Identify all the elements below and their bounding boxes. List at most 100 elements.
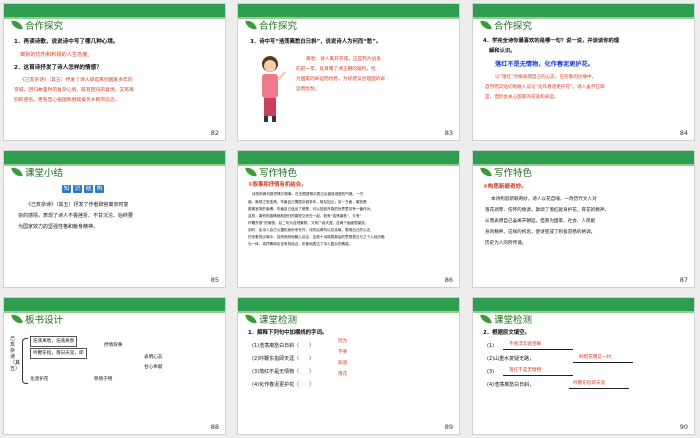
answer-4: 落花 xyxy=(338,372,348,377)
slide-header-bar xyxy=(238,4,459,19)
slide-89[interactable]: 课堂检测 1．解释下列句中加横线的字词。 (1)浩荡离愁白日斜（ ） (2)吟鞭… xyxy=(238,298,459,434)
leaf-icon xyxy=(11,313,23,325)
brace xyxy=(22,338,28,384)
question-2: 2．根据原文填空。 xyxy=(483,330,530,336)
feature-line-2: 落花凋零、伤怀的情调，歌颂了落红献身护花，育花的精神， xyxy=(485,208,610,213)
slide-title: 合作探究 xyxy=(494,21,533,32)
answer-line-4: 运而忧愁。 xyxy=(296,87,320,92)
answer-line-1: 以“落红”为喻表明自己的心志，在形象的比喻中， xyxy=(495,75,597,80)
slide-header-bar xyxy=(4,298,225,313)
slide-84[interactable]: 合作探究 4．学完全诗你最喜欢的是哪一句？说一说，并谈谈你的理 解和认识。 落红… xyxy=(473,4,694,140)
leaf-icon xyxy=(11,19,23,31)
question-1: 1．再读诗歌，说说诗中写了哪几种心境。 xyxy=(14,39,119,45)
teacher-illustration-icon xyxy=(262,56,286,122)
question-4-line-2: 解和认识。 xyxy=(489,48,516,54)
item-1: (1)浩荡离愁白日斜（ ） xyxy=(252,343,315,349)
favorite-quote: 落红不是无情物，化作春泥更护花。 xyxy=(495,61,594,68)
slide-number: 90 xyxy=(679,423,688,431)
slide-85[interactable]: 课堂小结 知识结构 《己亥杂诗》（其五）抒发了作者辞官离京时复 杂的感情，表现了… xyxy=(4,151,225,287)
answer-2: 不要 xyxy=(338,350,348,355)
feature-line-8: 为一体，将抒情和议论有机结合，形象地表达了诗人复杂的情感。 xyxy=(248,242,353,246)
question-2: 2．这首诗抒发了诗人怎样的情感？ xyxy=(14,65,102,71)
blank-line-3[interactable] xyxy=(503,375,573,376)
answer-1: 因为 xyxy=(338,339,348,344)
slide-header-bar xyxy=(4,151,225,166)
blank-line-1[interactable] xyxy=(503,349,573,350)
slide-title: 合作探究 xyxy=(25,21,64,32)
leaf-icon xyxy=(245,166,257,178)
poem-title-vertical: 己亥杂诗（其五） xyxy=(10,336,21,372)
answer-1: 不畏浮云遮望眼 xyxy=(509,342,542,347)
answer-2-line-1: 《己亥杂诗》（其五）抒发了诗人辞官离别国家多年的 xyxy=(20,78,133,83)
slide-83[interactable]: 合作探究 3．诗中写“浩荡离愁白日斜”，说说诗人为何而“愁”。 离愁：诗人离开京… xyxy=(238,4,459,140)
leaf-icon xyxy=(245,313,257,325)
item-3: (3)落红不是无情物（ ） xyxy=(252,369,315,375)
blank-line-2[interactable] xyxy=(573,362,633,363)
slide-number: 84 xyxy=(679,129,688,137)
slide-header-bar xyxy=(238,151,459,166)
slide-title: 板书设计 xyxy=(25,315,64,326)
answer-3: 知道 xyxy=(338,361,348,366)
slide-number: 87 xyxy=(679,276,688,284)
slide-header-bar xyxy=(4,4,225,19)
slide-header-bar xyxy=(473,151,694,166)
answer-2: 柳暗花明又一村 xyxy=(579,355,612,360)
leaf-icon xyxy=(11,166,23,178)
board-line-shuqing: 抒情叙事 xyxy=(104,343,123,348)
board-line-yiqing: 移情于物 xyxy=(94,377,113,382)
answer-line-2: 的前一年，处目睹了清王朝的腐朽，忧 xyxy=(296,67,376,72)
summary-line-1: 《己亥杂诗》（其五）抒发了作者辞官离京时复 xyxy=(26,202,129,208)
leaf-icon xyxy=(480,313,492,325)
knowledge-structure-badge: 知识结构 xyxy=(62,185,104,193)
answer-line-3: 官，但仍会关心国家的前途和命运。 xyxy=(485,95,559,100)
slide-number: 85 xyxy=(210,276,219,284)
slide-number: 82 xyxy=(210,129,219,137)
item-2: (2)吟鞭东指即天涯（ ） xyxy=(252,356,315,362)
slide-title: 课堂检测 xyxy=(494,315,533,326)
answer-line-1: 离愁：诗人离开京城，正是鸦片战争 xyxy=(306,57,382,62)
item-3: (3) xyxy=(487,369,495,375)
leaf-icon xyxy=(245,19,257,31)
slide-88[interactable]: 板书设计 己亥杂诗（其五） 浩荡离愁，浩荡离愁 吟鞭东指，落日天涯，即 化泥护花… xyxy=(4,298,225,434)
slide-header-bar xyxy=(473,298,694,313)
slide-86[interactable]: 写作特色 ①叙事和抒情有机结合。 诗的前两句既抒情又叙事，在无限感慨中表达出豪放… xyxy=(238,151,459,287)
feature-line-4: 身的精神。这样的构思，使诗变成了积极昂扬的格调， xyxy=(485,230,596,235)
slide-number: 88 xyxy=(210,423,219,431)
item-4: (4)浩荡离愁白日斜， xyxy=(487,382,535,388)
slide-number: 89 xyxy=(444,423,453,431)
leaf-icon xyxy=(480,166,492,178)
answer-2-line-3: 别的感伤，更有忠心报国和继续报务乡民的信念。 xyxy=(14,98,120,103)
slide-82[interactable]: 合作探究 1．再读诗歌，说说诗中写了哪几种心境。 离别的忧伤和积极的人生态度。 … xyxy=(4,4,225,140)
slide-number: 83 xyxy=(444,129,453,137)
slide-87[interactable]: 写作特色 ②构思新颖奇妙。 本诗构思新颖奇妙，诗人以花自喻，一改历代文人对 落花… xyxy=(473,151,694,287)
answer-1: 离别的忧伤和积极的人生态度。 xyxy=(20,52,93,58)
question-1: 1．解释下列句中加横线的字词。 xyxy=(248,330,328,336)
question-4-line-1: 4．学完全诗你最喜欢的是哪一句？说一说，并谈谈你的理 xyxy=(483,38,620,44)
summary-line-3: 为国家效力的坚强性格和献身精神。 xyxy=(18,224,99,230)
leaf-icon xyxy=(480,19,492,31)
item-1: (1) xyxy=(487,343,495,349)
board-line-biaoming: 表明心志 xyxy=(144,355,163,360)
item-4: (4)化作春泥更护花（ ） xyxy=(252,382,315,388)
feature-line-3: 从而表明自己虽离开朝廷，但愿为国家、社会、人民献 xyxy=(485,219,596,224)
answer-3: 落红不是无情物 xyxy=(509,368,542,373)
feature-heading: ②构思新颖奇妙。 xyxy=(483,184,527,190)
slide-number: 86 xyxy=(444,276,453,284)
answer-line-3: 为国家的命运而忧愁，为好建议治理国的命 xyxy=(296,77,386,82)
feature-line-1: 本诗构思新颖奇妙，诗人以花自喻，一改历代文人对 xyxy=(491,197,597,202)
slide-90[interactable]: 课堂检测 2．根据原文填空。 (1) (2)山重水复疑无路， (3) (4)浩荡… xyxy=(473,298,694,434)
feature-heading: ①叙事和抒情有机结合。 xyxy=(248,182,307,188)
summary-line-2: 杂的感情，表现了诗人不畏挫折、不甘沉沦、始终要 xyxy=(18,213,134,219)
answer-2-line-2: 京城，回归故里时的复杂心情，既有回归的喜悦，又有离 xyxy=(14,88,134,93)
feature-line-1: 诗的前两句既抒情又叙事，在无限感慨中表达出豪放洒脱的气概。一方 xyxy=(252,192,364,196)
blank-line-4[interactable] xyxy=(569,388,629,389)
answer-4: 吟鞭东指即天涯 xyxy=(573,381,606,386)
slide-title: 课堂小结 xyxy=(25,168,64,179)
board-line-hua-ni: 化泥护花 xyxy=(30,377,49,382)
slide-header-bar xyxy=(238,298,459,313)
feature-line-5: 历史为人的所传诵。 xyxy=(485,241,527,246)
board-box-1: 浩荡离愁，浩荡离愁 xyxy=(30,336,78,347)
slide-title: 写作特色 xyxy=(494,168,533,179)
question-3: 3．诗中写“浩荡离愁白日斜”，说说诗人为何而“愁”。 xyxy=(250,39,382,45)
item-2: (2)山重水复疑无路， xyxy=(487,356,535,362)
